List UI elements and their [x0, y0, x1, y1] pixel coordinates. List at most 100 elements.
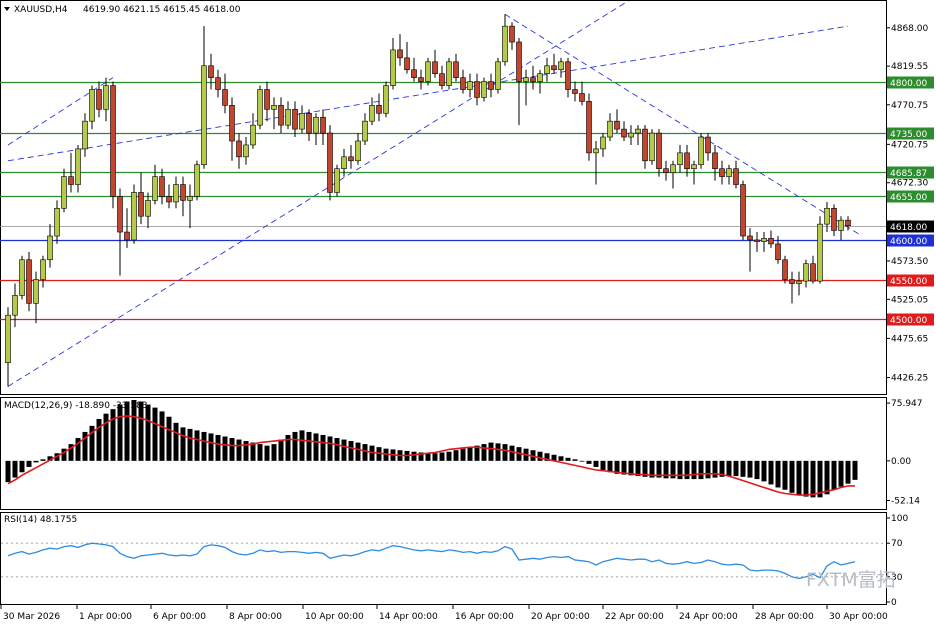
- candle[interactable]: [82, 113, 88, 157]
- candle[interactable]: [425, 57, 431, 86]
- candle[interactable]: [278, 97, 284, 134]
- candle[interactable]: [712, 144, 718, 181]
- candle[interactable]: [516, 38, 522, 126]
- candle[interactable]: [726, 164, 732, 185]
- candle[interactable]: [348, 144, 354, 169]
- candle[interactable]: [285, 101, 291, 130]
- candle[interactable]: [89, 85, 95, 130]
- candle[interactable]: [54, 200, 60, 244]
- candle[interactable]: [201, 26, 207, 169]
- trendline[interactable]: [504, 13, 863, 237]
- candle[interactable]: [768, 230, 774, 248]
- candle[interactable]: [40, 255, 46, 288]
- candle[interactable]: [271, 97, 277, 130]
- candle[interactable]: [824, 201, 830, 233]
- candle[interactable]: [166, 184, 172, 209]
- candle[interactable]: [789, 271, 795, 304]
- candle[interactable]: [565, 57, 571, 98]
- candle[interactable]: [628, 125, 634, 145]
- candle[interactable]: [544, 57, 550, 82]
- candle[interactable]: [621, 121, 627, 141]
- candle[interactable]: [320, 109, 326, 145]
- candle[interactable]: [537, 69, 543, 94]
- candle[interactable]: [47, 224, 53, 268]
- candle[interactable]: [810, 255, 816, 284]
- candle[interactable]: [453, 53, 459, 82]
- candle[interactable]: [194, 160, 200, 201]
- candle[interactable]: [306, 109, 312, 141]
- candle[interactable]: [180, 176, 186, 217]
- candle[interactable]: [152, 164, 158, 205]
- candle[interactable]: [257, 85, 263, 130]
- candle[interactable]: [572, 81, 578, 102]
- candle[interactable]: [740, 180, 746, 240]
- candle[interactable]: [250, 113, 256, 149]
- candle[interactable]: [355, 133, 361, 165]
- candle[interactable]: [404, 42, 410, 74]
- trendline[interactable]: [7, 0, 645, 387]
- candle[interactable]: [61, 168, 67, 213]
- candle[interactable]: [208, 53, 214, 90]
- candle[interactable]: [138, 172, 144, 225]
- candle[interactable]: [222, 73, 228, 114]
- candle[interactable]: [369, 97, 375, 126]
- candle[interactable]: [33, 271, 39, 324]
- candle[interactable]: [670, 160, 676, 189]
- candle[interactable]: [173, 176, 179, 209]
- trading-chart[interactable]: XAUUSD,H4 4619.90 4621.15 4615.45 4618.0…: [0, 0, 936, 624]
- candle[interactable]: [418, 69, 424, 90]
- trendline[interactable]: [7, 77, 114, 146]
- candle[interactable]: [579, 81, 585, 106]
- candle[interactable]: [474, 73, 480, 106]
- candle[interactable]: [663, 160, 669, 181]
- candle[interactable]: [397, 34, 403, 66]
- candle[interactable]: [656, 129, 662, 177]
- candle[interactable]: [600, 133, 606, 157]
- candle[interactable]: [313, 113, 319, 145]
- candle[interactable]: [292, 101, 298, 138]
- candle[interactable]: [411, 57, 417, 82]
- candle[interactable]: [467, 73, 473, 98]
- candle[interactable]: [803, 259, 809, 288]
- candle[interactable]: [782, 255, 788, 284]
- candle[interactable]: [96, 81, 102, 118]
- candle[interactable]: [264, 81, 270, 122]
- candle[interactable]: [642, 125, 648, 169]
- candle[interactable]: [705, 133, 711, 161]
- candle[interactable]: [362, 113, 368, 145]
- candle[interactable]: [838, 216, 844, 240]
- candle[interactable]: [131, 184, 137, 244]
- candle[interactable]: [299, 105, 305, 134]
- candle[interactable]: [103, 77, 109, 122]
- candle[interactable]: [159, 168, 165, 205]
- candle[interactable]: [327, 125, 333, 201]
- candle[interactable]: [649, 129, 655, 165]
- candle[interactable]: [502, 14, 508, 66]
- candle[interactable]: [684, 144, 690, 177]
- candle[interactable]: [12, 283, 18, 328]
- candle[interactable]: [761, 232, 767, 252]
- candle[interactable]: [817, 216, 823, 284]
- candle[interactable]: [236, 133, 242, 169]
- candle[interactable]: [5, 307, 11, 387]
- candle[interactable]: [390, 38, 396, 90]
- candle[interactable]: [523, 69, 529, 106]
- candle[interactable]: [432, 49, 438, 78]
- candle[interactable]: [796, 271, 802, 296]
- candle[interactable]: [481, 77, 487, 102]
- candle[interactable]: [719, 160, 725, 185]
- collapse-arrow-icon[interactable]: [4, 7, 10, 11]
- candle[interactable]: [75, 144, 81, 193]
- candle[interactable]: [635, 125, 641, 145]
- candle[interactable]: [614, 109, 620, 134]
- candle[interactable]: [607, 113, 613, 141]
- candle[interactable]: [19, 255, 25, 300]
- candle[interactable]: [593, 140, 599, 185]
- trendline[interactable]: [7, 25, 849, 162]
- candle[interactable]: [439, 65, 445, 90]
- candle[interactable]: [110, 81, 116, 209]
- candle[interactable]: [26, 251, 32, 312]
- candle[interactable]: [334, 164, 340, 197]
- candle[interactable]: [733, 160, 739, 189]
- candle[interactable]: [586, 93, 592, 161]
